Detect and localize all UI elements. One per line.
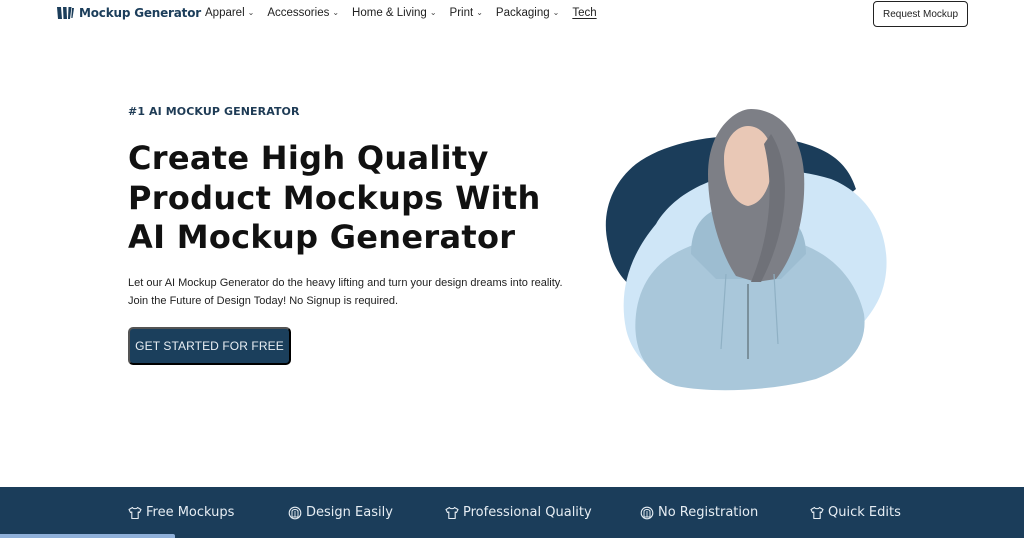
logo-bars-icon	[57, 7, 74, 19]
menu-item-label: Tech	[572, 7, 597, 19]
top-nav: Mockup Generator Apparel ⌄ Accessories ⌄…	[0, 0, 1024, 28]
hoodie-icon	[640, 506, 654, 519]
menu-item-apparel[interactable]: Apparel ⌄	[205, 7, 254, 19]
hero-eyebrow: #1 AI MOCKUP GENERATOR	[128, 105, 300, 118]
menu-item-label: Home & Living	[352, 7, 427, 19]
features-band: Free Mockups Design Easily Professional …	[0, 487, 1024, 538]
feature-item: Quick Edits	[810, 505, 901, 520]
feature-item: Professional Quality	[445, 505, 592, 520]
chevron-down-icon: ⌄	[332, 7, 340, 17]
menu-item-home-living[interactable]: Home & Living ⌄	[352, 7, 437, 19]
feature-label: Quick Edits	[828, 505, 901, 520]
subtext-line: Join the Future of Design Today! No Sign…	[128, 295, 399, 307]
menu-item-label: Packaging	[495, 7, 550, 19]
feature-label: No Registration	[658, 505, 759, 520]
tshirt-icon	[810, 506, 824, 519]
request-mockup-button[interactable]: Request Mockup	[873, 1, 968, 27]
hero-headline: Create High Quality Product Mockups With…	[128, 139, 588, 258]
feature-label: Design Easily	[306, 505, 393, 520]
menu-item-label: Apparel	[205, 7, 245, 19]
menu-item-print[interactable]: Print ⌄	[450, 7, 483, 19]
headline-line: Create High Quality	[128, 139, 489, 177]
feature-item: Design Easily	[288, 505, 393, 520]
logo-text: Mockup Generator	[79, 6, 201, 20]
main-menu: Apparel ⌄ Accessories ⌄ Home & Living ⌄ …	[205, 7, 610, 19]
chevron-down-icon: ⌄	[476, 7, 483, 17]
feature-item: No Registration	[640, 505, 758, 520]
hero-image	[605, 109, 887, 391]
menu-item-packaging[interactable]: Packaging ⌄	[496, 7, 559, 19]
menu-item-accessories[interactable]: Accessories ⌄	[267, 7, 339, 19]
feature-label: Free Mockups	[146, 505, 235, 520]
menu-item-label: Print	[449, 7, 474, 19]
scroll-progress-bar	[0, 534, 175, 538]
tshirt-icon	[445, 506, 459, 519]
headline-line: AI Mockup Generator	[128, 218, 516, 256]
chevron-down-icon: ⌄	[552, 7, 560, 17]
menu-item-label: Accessories	[267, 7, 330, 19]
hero-subtext: Let our AI Mockup Generator do the heavy…	[128, 274, 578, 310]
tshirt-icon	[128, 506, 142, 519]
feature-label: Professional Quality	[463, 505, 592, 520]
hoodie-icon	[288, 506, 302, 519]
subtext-line: Let our AI Mockup Generator do the heavy…	[128, 277, 563, 289]
feature-item: Free Mockups	[128, 505, 234, 520]
chevron-down-icon: ⌄	[247, 7, 255, 17]
chevron-down-icon: ⌄	[429, 7, 437, 17]
get-started-button[interactable]: GET STARTED FOR FREE	[128, 327, 291, 365]
logo[interactable]: Mockup Generator	[57, 6, 201, 20]
menu-item-tech[interactable]: Tech	[572, 7, 596, 19]
headline-line: Product Mockups With	[128, 178, 541, 217]
